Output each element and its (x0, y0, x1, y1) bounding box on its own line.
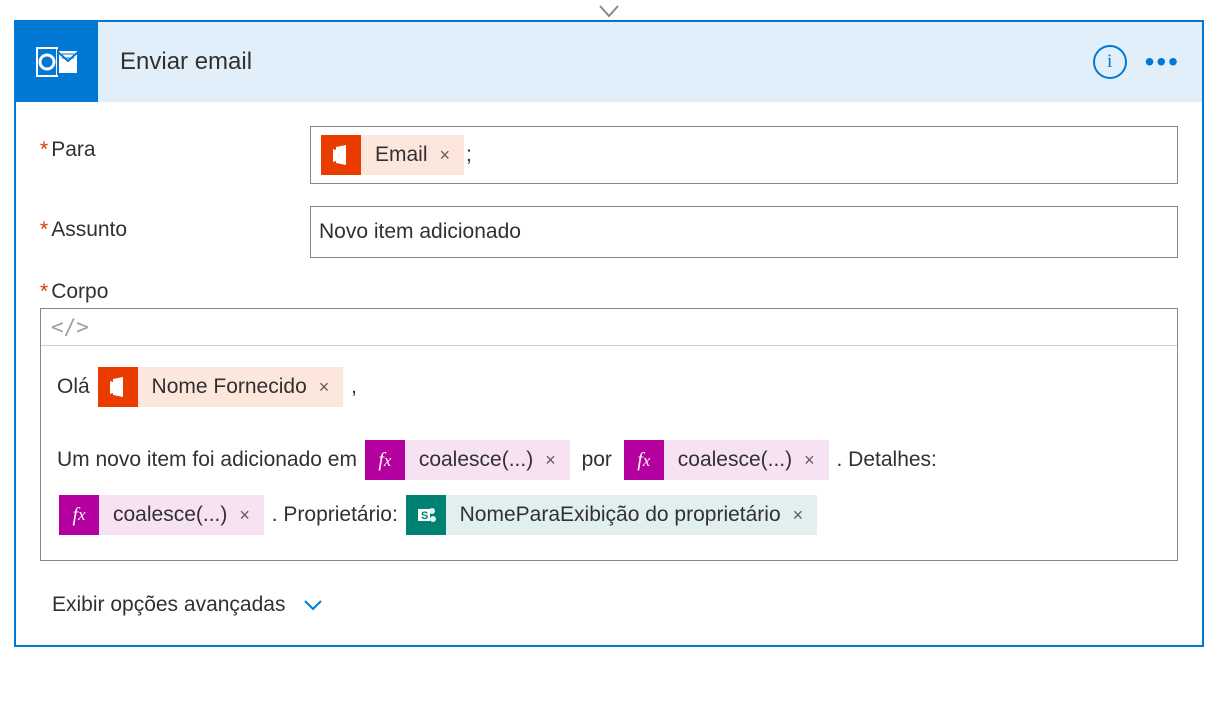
token-label: coalesce(...) (99, 495, 239, 535)
fx-icon: fx (365, 440, 405, 480)
body-text: Um novo item foi adicionado em (57, 448, 357, 471)
sharepoint-icon: S (406, 495, 446, 535)
token-remove-icon[interactable]: × (793, 495, 818, 535)
body-text: . Proprietário: (272, 503, 398, 526)
chevron-down-icon (303, 595, 323, 616)
advanced-label: Exibir opções avançadas (52, 593, 285, 617)
token-label: Email (361, 135, 440, 175)
token-sharepoint[interactable]: S NomeParaExibição do proprietário × (406, 495, 818, 535)
token-nome-fornecido[interactable]: Nome Fornecido × (98, 367, 344, 407)
outlook-icon (16, 22, 98, 102)
office-icon (321, 135, 361, 175)
token-label: Nome Fornecido (138, 367, 319, 407)
token-label: NomeParaExibição do proprietário (446, 495, 793, 535)
para-trailing: ; (466, 143, 472, 167)
fx-icon: fx (624, 440, 664, 480)
body-text: . Detalhes: (837, 448, 937, 471)
field-corpo[interactable]: </> Olá Nome Fornecido × , (40, 308, 1178, 561)
show-advanced-options[interactable]: Exibir opções avançadas (40, 593, 1178, 617)
body-text: , (351, 375, 357, 398)
card-title: Enviar email (98, 48, 1093, 76)
token-expression[interactable]: fx coalesce(...) × (365, 440, 570, 480)
token-remove-icon[interactable]: × (239, 495, 264, 535)
row-corpo: *Corpo </> Olá Nome Fornecido × , (40, 280, 1178, 561)
more-icon[interactable]: ••• (1145, 57, 1180, 67)
label-corpo: *Corpo (40, 280, 1178, 304)
field-para[interactable]: Email × ; (310, 126, 1178, 184)
token-expression[interactable]: fx coalesce(...) × (624, 440, 829, 480)
token-email[interactable]: Email × (321, 135, 464, 175)
fx-icon: fx (59, 495, 99, 535)
row-assunto: *Assunto Novo item adicionado (40, 206, 1178, 258)
body-text: por (582, 448, 612, 471)
svg-text:S: S (421, 510, 428, 522)
corpo-content[interactable]: Olá Nome Fornecido × , Um novo item foi (41, 346, 1177, 560)
send-email-card: Enviar email i ••• *Para Email × ; *Assu… (14, 20, 1204, 647)
token-label: coalesce(...) (664, 440, 804, 480)
token-remove-icon[interactable]: × (440, 135, 465, 175)
card-header[interactable]: Enviar email i ••• (16, 22, 1202, 102)
card-body: *Para Email × ; *Assunto Novo item adici… (16, 102, 1202, 645)
code-view-button[interactable]: </> (41, 309, 1177, 346)
token-expression[interactable]: fx coalesce(...) × (59, 495, 264, 535)
token-remove-icon[interactable]: × (545, 440, 570, 480)
body-text: Olá (57, 375, 90, 398)
label-assunto: *Assunto (40, 206, 310, 242)
token-remove-icon[interactable]: × (804, 440, 829, 480)
assunto-value: Novo item adicionado (319, 220, 521, 244)
token-label: coalesce(...) (405, 440, 545, 480)
info-icon[interactable]: i (1093, 45, 1127, 79)
token-remove-icon[interactable]: × (319, 367, 344, 407)
office-icon (98, 367, 138, 407)
field-assunto[interactable]: Novo item adicionado (310, 206, 1178, 258)
label-para: *Para (40, 126, 310, 162)
row-para: *Para Email × ; (40, 126, 1178, 184)
